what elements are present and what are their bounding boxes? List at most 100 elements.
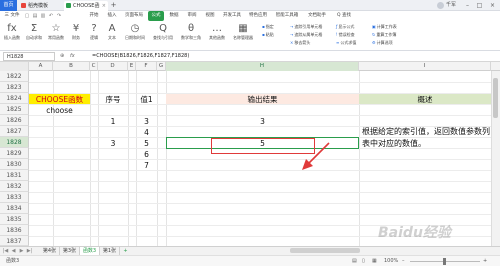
undo-icon[interactable]: ↶ xyxy=(48,13,54,19)
minimize-icon[interactable]: – xyxy=(462,0,473,11)
column-i[interactable]: I xyxy=(359,62,491,71)
row-header[interactable]: 1836 xyxy=(0,225,29,236)
new-icon[interactable]: ▢ xyxy=(24,13,30,19)
date-time-button[interactable]: ◷ 日期和时间 xyxy=(122,23,148,40)
menu-home[interactable]: 开始 xyxy=(86,11,102,21)
search-button[interactable]: Q 查找 xyxy=(334,11,354,21)
seq-cell[interactable]: 1 xyxy=(98,116,128,126)
common-functions-button[interactable]: ☆ 常用函数 xyxy=(46,23,66,40)
math-trig-button[interactable]: θ 数学和三角 xyxy=(178,23,204,40)
value-cell[interactable]: 6 xyxy=(136,149,157,159)
menu-data[interactable]: 数据 xyxy=(166,11,182,21)
close-icon[interactable]: × xyxy=(487,0,498,11)
column-g[interactable]: G xyxy=(157,62,166,71)
column-b[interactable]: B xyxy=(53,62,90,71)
menu-special[interactable]: 特色应用 xyxy=(246,11,270,21)
value-cell[interactable]: 4 xyxy=(136,127,157,137)
row-header[interactable]: 1826 xyxy=(0,115,29,126)
view-normal-icon[interactable]: ▤ xyxy=(352,256,357,267)
trace-dependents-button[interactable]: →追踪从属单元格 xyxy=(290,32,322,38)
menu-doc-assistant[interactable]: 文档助手 xyxy=(304,11,330,21)
zoom-out-icon[interactable]: – xyxy=(402,256,405,267)
seq-header-cell[interactable]: 序号 xyxy=(98,94,128,104)
formula-input[interactable]: =CHOOSE(B1826,F1826,F1827,F1828) xyxy=(92,52,189,61)
seq-cell[interactable]: 3 xyxy=(98,138,128,148)
define-button[interactable]: ▪指定 xyxy=(262,24,274,30)
column-h[interactable]: H xyxy=(166,62,359,71)
logical-button[interactable]: ? 逻辑 xyxy=(86,23,102,40)
maximize-icon[interactable]: □ xyxy=(474,0,485,11)
select-all-corner[interactable] xyxy=(0,62,29,71)
new-tab-button[interactable]: + xyxy=(109,1,118,10)
financial-button[interactable]: ¥ 财务 xyxy=(68,23,84,40)
zoom-level[interactable]: 100% xyxy=(384,256,398,267)
column-d[interactable]: D xyxy=(98,62,128,71)
evaluate-formula-button[interactable]: ≡公式求值 xyxy=(336,40,356,46)
name-box[interactable]: H1828 xyxy=(3,52,55,61)
view-page-icon[interactable]: ▯ xyxy=(362,256,365,267)
recalc-workbook-button[interactable]: ↻重算工作簿 xyxy=(372,32,396,38)
row-header[interactable]: 1822 xyxy=(0,71,29,82)
open-icon[interactable]: ▤ xyxy=(32,13,38,19)
lookup-reference-button[interactable]: Q 查找与引用 xyxy=(150,23,176,40)
text-button[interactable]: A 文本 xyxy=(104,23,120,40)
value-header-cell[interactable]: 值1 xyxy=(136,94,157,104)
row-header[interactable]: 1827 xyxy=(0,126,29,137)
horizontal-scroll-thumb[interactable] xyxy=(290,248,360,253)
calc-sheet-button[interactable]: ▣计算工作表 xyxy=(372,24,397,30)
value-cell[interactable]: 5 xyxy=(136,138,157,148)
home-tab[interactable]: 首页 xyxy=(0,0,17,11)
choose-title-cell[interactable]: CHOOSE函数 xyxy=(29,94,90,104)
row-header[interactable]: 1831 xyxy=(0,170,29,181)
menu-developer[interactable]: 开发工具 xyxy=(220,11,244,21)
calc-options-button[interactable]: ⚙计算选项 xyxy=(372,40,393,46)
column-a[interactable]: A xyxy=(29,62,53,71)
error-check-button[interactable]: !错误检查 xyxy=(336,32,355,38)
output-header-cell[interactable]: 输出结果 xyxy=(166,94,359,104)
menu-page-layout[interactable]: 页面布局 xyxy=(122,11,146,21)
redo-icon[interactable]: ↷ xyxy=(56,13,62,19)
row-header[interactable]: 1823 xyxy=(0,82,29,93)
choose-subtitle-cell[interactable]: choose xyxy=(29,105,90,115)
row-header[interactable]: 1837 xyxy=(0,236,29,246)
row-header-selected[interactable]: 1828 xyxy=(0,137,29,148)
menu-view[interactable]: 视图 xyxy=(202,11,218,21)
zoom-in-icon[interactable]: + xyxy=(483,256,487,267)
row-header[interactable]: 1834 xyxy=(0,203,29,214)
show-formulas-button[interactable]: ƒ显示公式 xyxy=(336,24,354,30)
file-menu[interactable]: 三 文件 xyxy=(2,11,22,21)
row-header[interactable]: 1835 xyxy=(0,214,29,225)
user-name[interactable]: 千军 xyxy=(446,0,456,11)
print-icon[interactable]: ▥ xyxy=(40,13,46,19)
row-header[interactable]: 1825 xyxy=(0,104,29,115)
menu-toolbox[interactable]: 智能工具箱 xyxy=(272,11,302,21)
view-break-icon[interactable]: ▦ xyxy=(372,256,377,267)
menu-formulas[interactable]: 公式 xyxy=(148,11,164,21)
name-manager-button[interactable]: ▦ 名称管理器 xyxy=(230,23,256,40)
row-header[interactable]: 1833 xyxy=(0,192,29,203)
insert-function-button[interactable]: fx 插入函数 xyxy=(2,23,22,40)
column-f[interactable]: F xyxy=(136,62,157,71)
row-header[interactable]: 1829 xyxy=(0,148,29,159)
fx-icon[interactable]: fx xyxy=(70,52,75,61)
value-cell[interactable]: 7 xyxy=(136,160,157,170)
trace-precedents-button[interactable]: →追踪引用单元格 xyxy=(290,24,322,30)
tab-docer[interactable]: 稻壳模板 xyxy=(19,1,63,11)
autosum-button[interactable]: Σ 自动求和 xyxy=(24,23,44,40)
menu-review[interactable]: 审阅 xyxy=(184,11,200,21)
other-functions-button[interactable]: … 其他函数 xyxy=(206,23,228,40)
value-cell[interactable]: 3 xyxy=(136,116,157,126)
close-tab-icon[interactable]: × xyxy=(102,1,106,11)
remove-arrows-button[interactable]: ×移去箭头 xyxy=(290,40,310,46)
description-header-cell[interactable]: 概述 xyxy=(359,94,491,104)
column-c[interactable]: C xyxy=(90,62,98,71)
avatar[interactable] xyxy=(437,2,444,9)
zoom-slider-thumb[interactable] xyxy=(443,258,446,265)
zoom-formula-icon[interactable]: ⊕ xyxy=(60,52,64,61)
paste-name-button[interactable]: ▪粘贴 xyxy=(262,32,274,38)
row-header[interactable]: 1830 xyxy=(0,159,29,170)
description-cell[interactable]: 根据给定的索引值，返回数值参数列表中对应的数值。 xyxy=(362,126,490,150)
output-cell[interactable]: 3 xyxy=(166,116,359,126)
column-e[interactable]: E xyxy=(128,62,136,71)
vertical-scroll-thumb[interactable] xyxy=(493,78,498,118)
